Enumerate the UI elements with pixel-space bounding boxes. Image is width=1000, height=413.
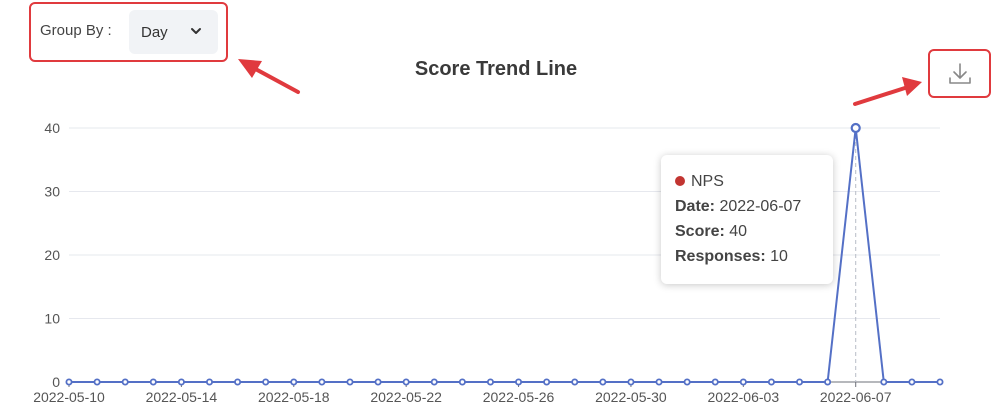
- data-point: [234, 378, 242, 386]
- chart-tooltip: NPS Date: 2022-06-07 Score: 40 Responses…: [661, 155, 833, 284]
- data-point: [571, 378, 579, 386]
- data-point: [458, 378, 466, 386]
- x-tick-label: 2022-05-26: [483, 389, 555, 405]
- y-tick-label: 20: [44, 247, 60, 263]
- tooltip-date: Date: 2022-06-07: [675, 198, 802, 215]
- x-tick-label: 2022-05-10: [33, 389, 105, 405]
- tooltip-score: Score: 40: [675, 223, 748, 240]
- data-point: [627, 378, 635, 386]
- y-tick-label: 40: [44, 120, 60, 136]
- data-point: [543, 378, 551, 386]
- data-point: [177, 378, 185, 386]
- data-point: [796, 378, 804, 386]
- x-tick-label: 2022-05-18: [258, 389, 330, 405]
- data-point: [65, 378, 73, 386]
- tooltip-series-name: NPS: [691, 173, 724, 190]
- x-tick-label: 2022-05-14: [146, 389, 218, 405]
- x-tick-label: 2022-05-30: [595, 389, 667, 405]
- data-point: [149, 378, 157, 386]
- data-point: [739, 378, 747, 386]
- data-point: [318, 378, 326, 386]
- data-point: [824, 378, 832, 386]
- data-point: [290, 378, 298, 386]
- data-point: [430, 378, 438, 386]
- highlight-box-group-by: [29, 2, 228, 62]
- series-color-dot: [675, 176, 685, 186]
- data-point: [655, 378, 663, 386]
- data-point: [850, 122, 861, 134]
- data-point: [683, 378, 691, 386]
- data-point: [599, 378, 607, 386]
- y-tick-label: 0: [52, 374, 60, 390]
- y-tick-label: 10: [44, 311, 60, 327]
- tooltip-series: NPS: [675, 169, 833, 194]
- data-point: [346, 378, 354, 386]
- data-point: [205, 378, 213, 386]
- data-point: [402, 378, 410, 386]
- x-tick-label: 2022-06-03: [708, 389, 780, 405]
- data-point: [880, 378, 888, 386]
- data-point: [374, 378, 382, 386]
- data-point: [486, 378, 494, 386]
- data-point: [767, 378, 775, 386]
- x-tick-label: 2022-05-22: [370, 389, 442, 405]
- data-point: [515, 378, 523, 386]
- y-tick-label: 30: [44, 184, 60, 200]
- data-point: [936, 378, 944, 386]
- tooltip-responses: Responses: 10: [675, 248, 788, 265]
- highlight-box-download: [928, 49, 991, 98]
- data-point: [93, 378, 101, 386]
- x-tick-label: 2022-06-07: [820, 389, 892, 405]
- data-point: [908, 378, 916, 386]
- data-point: [121, 378, 129, 386]
- data-point: [711, 378, 719, 386]
- data-point: [262, 378, 270, 386]
